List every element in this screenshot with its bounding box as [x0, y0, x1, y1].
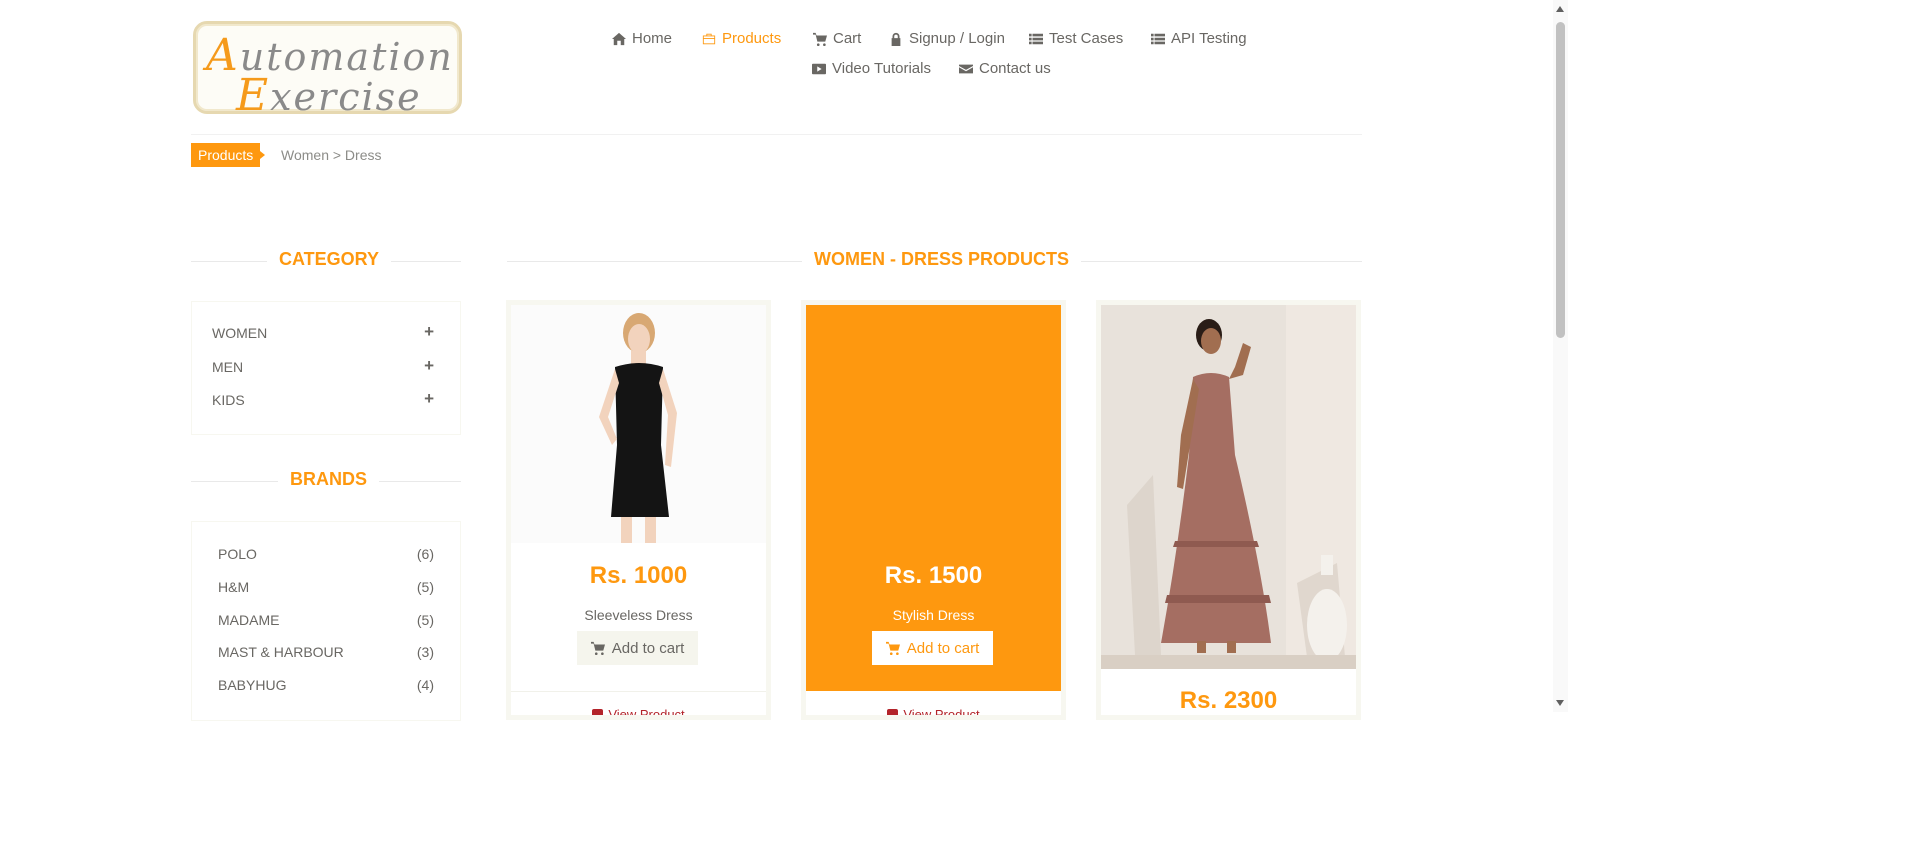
- scroll-up-arrow-icon[interactable]: [1556, 6, 1564, 12]
- plus-square-icon: [887, 709, 899, 715]
- brands-panel: POLO (6) H&M (5) MADAME (5) MAST & HARBO…: [191, 521, 461, 721]
- brand-count: (3): [416, 644, 434, 660]
- view-product-link[interactable]: View Product: [511, 707, 766, 720]
- brands-title: BRANDS: [278, 469, 380, 490]
- home-icon: [612, 32, 626, 45]
- nav-api-testing[interactable]: API Testing: [1151, 30, 1247, 47]
- nav-contact-us[interactable]: Contact us: [959, 60, 1051, 77]
- lock-icon: [891, 32, 901, 46]
- brand-count: (5): [416, 579, 434, 595]
- list-icon: [1029, 33, 1043, 44]
- envelope-icon: [959, 64, 973, 73]
- page-scrollbar[interactable]: [1553, 0, 1568, 712]
- nav-home-label: Home: [632, 30, 673, 47]
- view-product-label: View Product: [608, 707, 685, 720]
- category-panel: WOMEN + MEN + KIDS +: [191, 301, 461, 435]
- cart-icon: [590, 641, 605, 655]
- product-price: Rs. 1500: [884, 562, 983, 589]
- brand-count: (5): [416, 612, 434, 628]
- product-image: [1101, 305, 1356, 669]
- brand-babyhug[interactable]: BABYHUG: [218, 677, 286, 693]
- scrollbar-thumb[interactable]: [1556, 22, 1565, 338]
- site-logo[interactable]: Automation Exercise: [193, 21, 462, 121]
- category-item-women[interactable]: WOMEN: [212, 325, 267, 341]
- plus-icon[interactable]: +: [424, 389, 434, 409]
- product-price: Rs. 1000: [589, 562, 688, 589]
- brand-madame[interactable]: MADAME: [218, 612, 279, 628]
- nav-contact-us-label: Contact us: [979, 60, 1051, 77]
- main-title: WOMEN - DRESS PRODUCTS: [802, 249, 1082, 270]
- product-card: Rs. 1000 Sleeveless Dress Add to cart Vi…: [506, 300, 771, 720]
- nav-video-tutorials-label: Video Tutorials: [832, 60, 931, 77]
- product-name: Stylish Dress: [892, 607, 975, 623]
- nav-cart-label: Cart: [833, 30, 862, 47]
- brand-hm[interactable]: H&M: [218, 579, 249, 595]
- product-name: Sleeveless Dress: [584, 607, 693, 623]
- nav-api-testing-label: API Testing: [1171, 30, 1247, 47]
- view-product-link[interactable]: View Product: [806, 707, 1061, 720]
- nav-cart[interactable]: Cart: [813, 30, 861, 47]
- list-icon: [1151, 33, 1165, 44]
- nav-products-label: Products: [722, 30, 782, 47]
- nav-signup-login[interactable]: Signup / Login: [889, 30, 1005, 47]
- brand-count: (4): [416, 677, 434, 693]
- breadcrumb-path: Women > Dress: [281, 147, 382, 163]
- category-item-men[interactable]: MEN: [212, 359, 243, 375]
- breadcrumb-tag[interactable]: Products: [191, 143, 266, 167]
- nav-home[interactable]: Home: [612, 30, 672, 47]
- add-to-cart-button[interactable]: Add to cart: [577, 631, 698, 665]
- category-title: CATEGORY: [267, 249, 392, 270]
- add-to-cart-label: Add to cart: [611, 639, 685, 657]
- nav-products[interactable]: Products: [702, 30, 781, 47]
- nav-signup-login-label: Signup / Login: [909, 30, 1005, 47]
- youtube-icon: [812, 63, 826, 74]
- product-price: Rs. 2300: [1179, 687, 1278, 714]
- product-card: Rs. 2300: [1096, 300, 1361, 720]
- scroll-down-arrow-icon[interactable]: [1556, 700, 1564, 706]
- nav-video-tutorials[interactable]: Video Tutorials: [812, 60, 931, 77]
- nav-test-cases-label: Test Cases: [1049, 30, 1124, 47]
- cart-icon: [813, 32, 827, 46]
- product-image: [511, 305, 766, 543]
- cart-icon: [885, 641, 900, 655]
- brand-mast-harbour[interactable]: MAST & HARBOUR: [218, 644, 344, 660]
- products-icon: [702, 33, 716, 44]
- plus-square-icon: [592, 709, 604, 715]
- product-card: Rs. 1500 Stylish Dress Add to cart View …: [801, 300, 1066, 720]
- header-divider: [191, 134, 1362, 135]
- logo-line-2: Exercise: [236, 70, 422, 121]
- brand-count: (6): [416, 546, 434, 562]
- view-product-label: View Product: [903, 707, 980, 720]
- nav-test-cases[interactable]: Test Cases: [1029, 30, 1123, 47]
- brand-polo[interactable]: POLO: [218, 546, 257, 562]
- category-item-kids[interactable]: KIDS: [212, 392, 245, 408]
- plus-icon[interactable]: +: [424, 356, 434, 376]
- add-to-cart-label: Add to cart: [906, 639, 980, 657]
- plus-icon[interactable]: +: [424, 322, 434, 342]
- add-to-cart-button[interactable]: Add to cart: [872, 631, 993, 665]
- card-divider: [511, 691, 766, 692]
